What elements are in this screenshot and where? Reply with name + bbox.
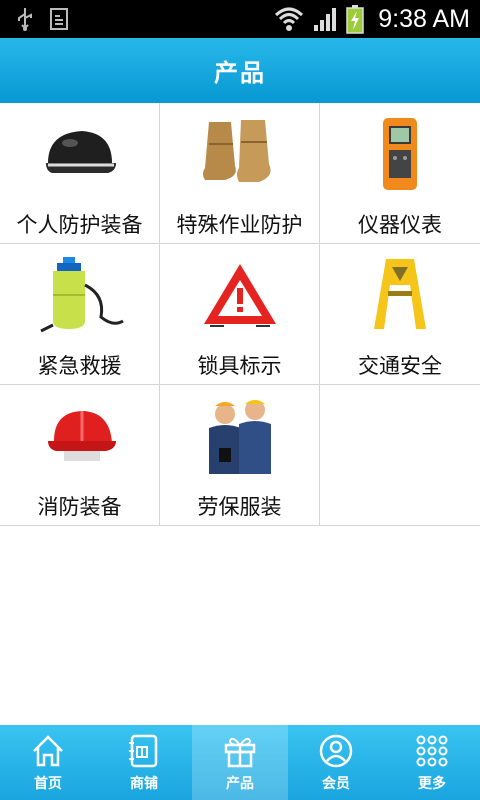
more-grid-icon bbox=[416, 735, 448, 767]
product-item-fire-equipment[interactable]: 消防装备 bbox=[0, 385, 160, 526]
status-left-icons bbox=[14, 6, 70, 32]
page-title: 产品 bbox=[214, 59, 266, 87]
tab-label: 产品 bbox=[226, 776, 254, 792]
tab-label: 首页 bbox=[34, 776, 62, 792]
member-icon bbox=[319, 734, 353, 768]
header-bar: 产品 bbox=[0, 38, 480, 103]
fire-helmet-icon bbox=[30, 391, 130, 481]
shop-icon bbox=[129, 734, 158, 768]
clock: 9:38 AM bbox=[378, 5, 470, 33]
product-item-traffic-safety[interactable]: 交通安全 bbox=[320, 244, 480, 385]
wifi-icon bbox=[275, 7, 304, 31]
product-item-workwear[interactable]: 劳保服装 bbox=[160, 385, 320, 526]
product-label: 特殊作业防护 bbox=[176, 213, 303, 237]
tab-label: 更多 bbox=[418, 776, 446, 792]
status-right-icons: 9:38 AM bbox=[274, 4, 470, 34]
usb-icon bbox=[18, 8, 32, 31]
tab-more[interactable]: 更多 bbox=[384, 725, 480, 800]
product-grid: 个人防护装备 特殊作业防护 仪器仪表 紧急救援 锁具标示 交通安全 消防装备 劳… bbox=[0, 103, 480, 526]
product-item-special-work[interactable]: 特殊作业防护 bbox=[160, 103, 320, 244]
sprayer-icon bbox=[30, 250, 130, 340]
tab-shop[interactable]: 商铺 bbox=[96, 725, 192, 800]
tab-label: 商铺 bbox=[130, 776, 158, 792]
product-label: 个人防护装备 bbox=[16, 213, 143, 237]
bottom-tab-bar: 首页 商铺 产品 会员 更多 bbox=[0, 725, 480, 800]
helmet-icon bbox=[30, 109, 130, 199]
product-label: 交通安全 bbox=[358, 354, 442, 378]
status-bar: 9:38 AM bbox=[0, 0, 480, 38]
signal-icon bbox=[314, 8, 337, 31]
tab-products[interactable]: 产品 bbox=[192, 725, 288, 800]
product-label: 紧急救援 bbox=[37, 354, 122, 378]
boots-icon bbox=[190, 109, 290, 199]
detector-icon bbox=[350, 109, 450, 199]
workwear-icon bbox=[190, 391, 290, 481]
product-label: 锁具标示 bbox=[197, 354, 282, 378]
tab-home[interactable]: 首页 bbox=[0, 725, 96, 800]
tab-label: 会员 bbox=[322, 776, 350, 792]
battery-charging-icon bbox=[346, 5, 365, 34]
product-label: 消防装备 bbox=[37, 495, 122, 519]
product-item-personal-protection[interactable]: 个人防护装备 bbox=[0, 103, 160, 244]
caution-sign-icon bbox=[350, 250, 450, 340]
product-label: 劳保服装 bbox=[197, 495, 282, 519]
home-icon bbox=[33, 735, 63, 767]
product-item-emergency-rescue[interactable]: 紧急救援 bbox=[0, 244, 160, 385]
tab-member[interactable]: 会员 bbox=[288, 725, 384, 800]
gift-icon bbox=[224, 737, 256, 768]
product-item-instruments[interactable]: 仪器仪表 bbox=[320, 103, 480, 244]
product-item-empty bbox=[320, 385, 480, 526]
warning-triangle-icon bbox=[190, 250, 290, 340]
product-label: 仪器仪表 bbox=[358, 213, 442, 237]
product-item-lockout-signs[interactable]: 锁具标示 bbox=[160, 244, 320, 385]
sd-card-icon bbox=[50, 8, 68, 30]
